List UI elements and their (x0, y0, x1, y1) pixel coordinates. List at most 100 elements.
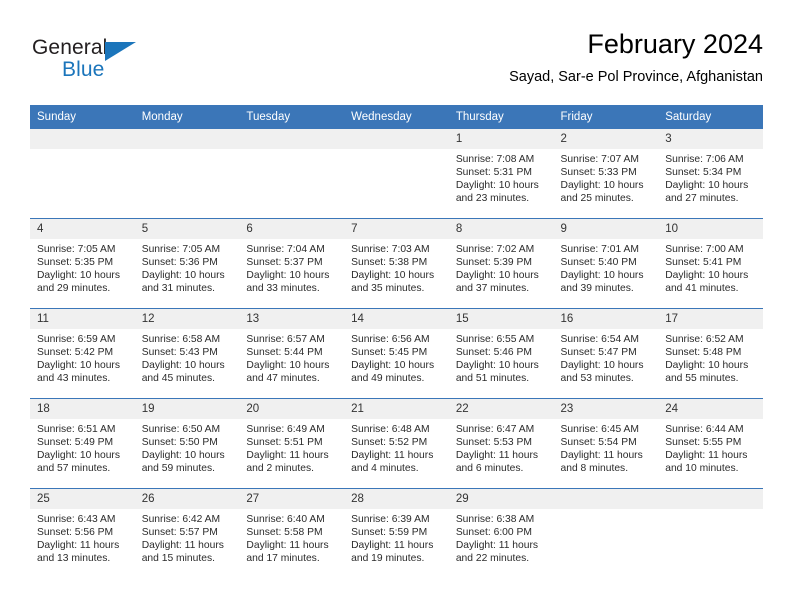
sunrise-text: Sunrise: 6:57 AM (246, 334, 325, 345)
daylight-text-line2: and 51 minutes. (455, 373, 530, 385)
daylight-text-line1: Daylight: 10 hours (665, 180, 749, 192)
calendar-day-cell[interactable]: 16 Sunrise: 6:54 AM Sunset: 5:47 PM Dayl… (553, 308, 659, 399)
calendar-day-cell[interactable]: 8 Sunrise: 7:02 AM Sunset: 5:39 PM Dayli… (448, 218, 554, 309)
day-details: Sunrise: 7:04 AM Sunset: 5:37 PM Dayligh… (239, 239, 344, 295)
calendar-day-cell[interactable]: 5 Sunrise: 7:05 AM Sunset: 5:36 PM Dayli… (134, 218, 240, 309)
day-details: Sunrise: 6:45 AM Sunset: 5:54 PM Dayligh… (554, 419, 659, 475)
sunset-text: Sunset: 6:00 PM (455, 527, 532, 539)
daylight-text-line2: and 13 minutes. (37, 553, 111, 565)
calendar-day-cell[interactable]: 18 Sunrise: 6:51 AM Sunset: 5:49 PM Dayl… (30, 398, 135, 489)
calendar-day-cell[interactable]: 3 Sunrise: 7:06 AM Sunset: 5:34 PM Dayli… (658, 129, 763, 219)
calendar-day-cell[interactable]: 22 Sunrise: 6:47 AM Sunset: 5:53 PM Dayl… (448, 398, 554, 489)
day-number: 10 (658, 219, 763, 239)
calendar-day-cell[interactable]: 4 Sunrise: 7:05 AM Sunset: 5:35 PM Dayli… (30, 218, 135, 309)
sunrise-text: Sunrise: 6:39 AM (351, 514, 430, 525)
daylight-text-line1: Daylight: 11 hours (141, 540, 224, 552)
calendar-day-cell[interactable]: 14 Sunrise: 6:56 AM Sunset: 5:45 PM Dayl… (344, 308, 449, 399)
daylight-text-line2: and 10 minutes. (665, 463, 739, 475)
calendar-day-cell[interactable]: 19 Sunrise: 6:50 AM Sunset: 5:50 PM Dayl… (134, 398, 240, 489)
calendar-day-cell[interactable] (239, 129, 345, 219)
sunrise-text: Sunrise: 6:42 AM (141, 514, 221, 525)
day-details: Sunrise: 7:07 AM Sunset: 5:33 PM Dayligh… (554, 149, 659, 205)
sunset-text: Sunset: 5:57 PM (141, 527, 218, 539)
calendar-day-cell[interactable] (553, 488, 659, 578)
daylight-text-line1: Daylight: 11 hours (455, 540, 539, 552)
calendar-day-cell[interactable]: 1 Sunrise: 7:08 AM Sunset: 5:31 PM Dayli… (448, 129, 554, 219)
day-details: Sunrise: 7:00 AM Sunset: 5:41 PM Dayligh… (658, 239, 763, 295)
daylight-text-line1: Daylight: 10 hours (560, 360, 644, 372)
sunset-text: Sunset: 5:31 PM (455, 167, 532, 179)
sunrise-text: Sunrise: 6:55 AM (455, 334, 535, 345)
sunset-text: Sunset: 5:53 PM (455, 437, 532, 449)
calendar-day-cell[interactable] (658, 488, 763, 578)
sunset-text: Sunset: 5:42 PM (37, 347, 114, 359)
daylight-text-line2: and 31 minutes. (141, 283, 215, 295)
day-number: 4 (30, 219, 135, 239)
calendar-day-cell[interactable]: 29 Sunrise: 6:38 AM Sunset: 6:00 PM Dayl… (448, 488, 554, 578)
day-details: Sunrise: 6:51 AM Sunset: 5:49 PM Dayligh… (30, 419, 135, 475)
day-details: Sunrise: 7:01 AM Sunset: 5:40 PM Dayligh… (554, 239, 659, 295)
title-block: February 2024 Sayad, Sar-e Pol Province,… (509, 28, 763, 86)
sunrise-text: Sunrise: 6:56 AM (351, 334, 430, 345)
sunrise-text: Sunrise: 7:00 AM (665, 244, 744, 255)
sunset-text: Sunset: 5:51 PM (246, 437, 323, 449)
calendar-day-cell[interactable]: 24 Sunrise: 6:44 AM Sunset: 5:55 PM Dayl… (658, 398, 763, 489)
day-number: 13 (239, 309, 345, 329)
sunrise-text: Sunrise: 6:47 AM (455, 424, 535, 435)
weekday-header-monday: Monday (134, 105, 240, 129)
calendar-day-cell[interactable] (134, 129, 240, 219)
daylight-text-line2: and 55 minutes. (665, 373, 739, 385)
daylight-text-line1: Daylight: 10 hours (665, 360, 749, 372)
day-number (658, 489, 763, 509)
weekday-header-sunday: Sunday (30, 105, 135, 129)
daylight-text-line2: and 19 minutes. (351, 553, 425, 565)
calendar-day-cell[interactable]: 25 Sunrise: 6:43 AM Sunset: 5:56 PM Dayl… (30, 488, 135, 578)
daylight-text-line2: and 22 minutes. (455, 553, 530, 565)
calendar-day-cell[interactable]: 28 Sunrise: 6:39 AM Sunset: 5:59 PM Dayl… (344, 488, 449, 578)
sunrise-text: Sunrise: 7:07 AM (560, 154, 639, 165)
calendar-week-row: 25 Sunrise: 6:43 AM Sunset: 5:56 PM Dayl… (30, 488, 763, 578)
calendar-day-cell[interactable]: 13 Sunrise: 6:57 AM Sunset: 5:44 PM Dayl… (239, 308, 345, 399)
sunset-text: Sunset: 5:35 PM (37, 257, 114, 269)
daylight-text-line1: Daylight: 10 hours (455, 180, 539, 192)
day-number (134, 129, 240, 149)
calendar-day-cell[interactable]: 20 Sunrise: 6:49 AM Sunset: 5:51 PM Dayl… (239, 398, 345, 489)
calendar-day-cell[interactable]: 11 Sunrise: 6:59 AM Sunset: 5:42 PM Dayl… (30, 308, 135, 399)
calendar-day-cell[interactable]: 9 Sunrise: 7:01 AM Sunset: 5:40 PM Dayli… (553, 218, 659, 309)
day-details: Sunrise: 6:48 AM Sunset: 5:52 PM Dayligh… (344, 419, 449, 475)
calendar-day-cell[interactable]: 21 Sunrise: 6:48 AM Sunset: 5:52 PM Dayl… (344, 398, 449, 489)
daylight-text-line2: and 59 minutes. (141, 463, 215, 475)
daylight-text-line2: and 27 minutes. (665, 193, 739, 205)
calendar-day-cell[interactable] (30, 129, 135, 219)
day-details: Sunrise: 6:47 AM Sunset: 5:53 PM Dayligh… (449, 419, 554, 475)
calendar-day-cell[interactable]: 26 Sunrise: 6:42 AM Sunset: 5:57 PM Dayl… (134, 488, 240, 578)
day-details: Sunrise: 6:43 AM Sunset: 5:56 PM Dayligh… (30, 509, 135, 565)
daylight-text-line1: Daylight: 10 hours (141, 270, 225, 282)
calendar-page: General Blue February 2024 Sayad, Sar-e … (0, 0, 792, 612)
calendar-day-cell[interactable]: 12 Sunrise: 6:58 AM Sunset: 5:43 PM Dayl… (134, 308, 240, 399)
sunset-text: Sunset: 5:47 PM (560, 347, 637, 359)
daylight-text-line2: and 8 minutes. (560, 463, 629, 475)
daylight-text-line2: and 43 minutes. (37, 373, 111, 385)
day-number: 11 (30, 309, 135, 329)
sunrise-text: Sunrise: 6:49 AM (246, 424, 325, 435)
calendar-day-cell[interactable]: 15 Sunrise: 6:55 AM Sunset: 5:46 PM Dayl… (448, 308, 554, 399)
daylight-text-line1: Daylight: 10 hours (246, 270, 330, 282)
calendar-day-cell[interactable]: 10 Sunrise: 7:00 AM Sunset: 5:41 PM Dayl… (658, 218, 763, 309)
calendar-day-cell[interactable]: 2 Sunrise: 7:07 AM Sunset: 5:33 PM Dayli… (553, 129, 659, 219)
sunset-text: Sunset: 5:52 PM (351, 437, 428, 449)
day-details: Sunrise: 6:57 AM Sunset: 5:44 PM Dayligh… (239, 329, 344, 385)
sunset-text: Sunset: 5:41 PM (665, 257, 742, 269)
calendar-day-cell[interactable] (344, 129, 449, 219)
calendar-day-cell[interactable]: 23 Sunrise: 6:45 AM Sunset: 5:54 PM Dayl… (553, 398, 659, 489)
day-number (239, 129, 345, 149)
daylight-text-line1: Daylight: 10 hours (455, 270, 539, 282)
calendar-day-cell[interactable]: 7 Sunrise: 7:03 AM Sunset: 5:38 PM Dayli… (344, 218, 449, 309)
calendar-day-cell[interactable]: 6 Sunrise: 7:04 AM Sunset: 5:37 PM Dayli… (239, 218, 345, 309)
day-number: 17 (658, 309, 763, 329)
calendar-day-cell[interactable]: 27 Sunrise: 6:40 AM Sunset: 5:58 PM Dayl… (239, 488, 345, 578)
sunrise-text: Sunrise: 6:44 AM (665, 424, 744, 435)
daylight-text-line2: and 15 minutes. (141, 553, 215, 565)
calendar-day-cell[interactable]: 17 Sunrise: 6:52 AM Sunset: 5:48 PM Dayl… (658, 308, 763, 399)
day-details: Sunrise: 6:38 AM Sunset: 6:00 PM Dayligh… (449, 509, 554, 565)
